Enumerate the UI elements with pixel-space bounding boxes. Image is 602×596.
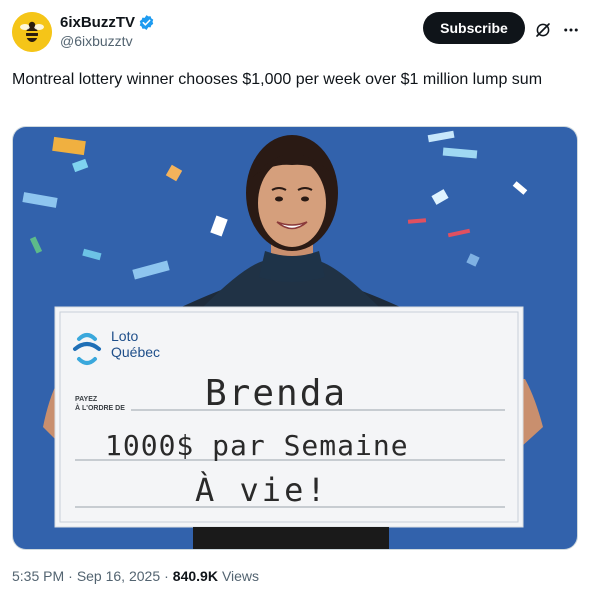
post-image[interactable]: Loto Québec PAYEZ À L'ORDRE DE Brenda 10… (12, 126, 578, 550)
brand-line1: Loto (111, 328, 138, 344)
payee-label-line2: À L'ORDRE DE (75, 403, 125, 412)
verified-badge-icon (139, 15, 154, 30)
post-meta: 5:35 PM · Sep 16, 2025 · 840.9K Views (12, 568, 259, 584)
cheque-board: Loto Québec PAYEZ À L'ORDRE DE Brenda 10… (54, 306, 524, 528)
payee-label-line1: PAYEZ (75, 396, 98, 403)
views-label: Views (221, 568, 260, 584)
handwritten-amount: 1000$ par Semaine (105, 429, 409, 462)
meta-separator: · (164, 568, 169, 584)
author-handle[interactable]: @6ixbuzztv (60, 33, 155, 49)
bee-logo-icon (12, 12, 52, 52)
views-count[interactable]: 840.9K (173, 568, 218, 584)
handwritten-name: Brenda (205, 373, 347, 414)
grok-icon[interactable] (532, 19, 554, 41)
brand-line2: Québec (111, 344, 160, 360)
lottery-winner-photo: Loto Québec PAYEZ À L'ORDRE DE Brenda 10… (13, 127, 577, 549)
subscribe-button[interactable]: Subscribe (423, 12, 525, 44)
meta-separator: · (68, 568, 73, 584)
author-names: 6ixBuzzTV @6ixbuzztv (60, 14, 155, 49)
post-date[interactable]: Sep 16, 2025 (77, 568, 160, 584)
post-header: 6ixBuzzTV @6ixbuzztv Subscribe (12, 10, 590, 54)
more-options-icon[interactable] (560, 19, 582, 41)
handwritten-duration: À vie! (195, 471, 329, 509)
author-avatar[interactable] (12, 12, 52, 52)
post-text: Montreal lottery winner chooses $1,000 p… (12, 71, 543, 88)
post-time[interactable]: 5:35 PM (12, 568, 64, 584)
display-name-row: 6ixBuzzTV (60, 14, 155, 31)
author-display-name[interactable]: 6ixBuzzTV (60, 14, 135, 31)
